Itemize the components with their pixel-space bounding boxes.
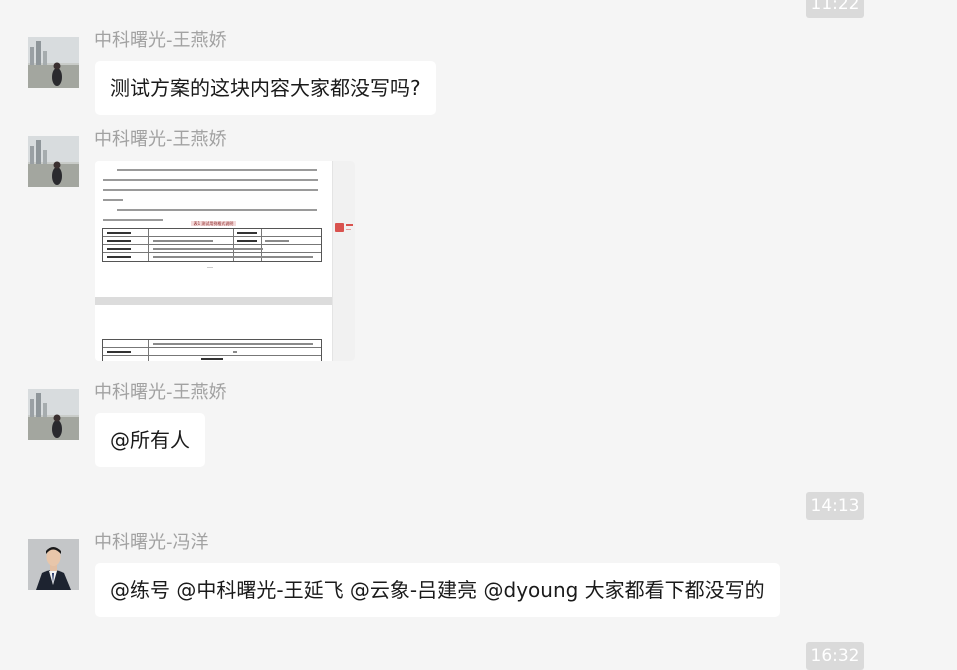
message-bubble[interactable]: @练号 @中科曙光-王延飞 @云象-吕建亮 @dyoung 大家都看下都没写的: [95, 563, 780, 617]
message-bubble[interactable]: @所有人: [95, 413, 205, 467]
avatar[interactable]: [28, 37, 79, 88]
sender-name: 中科曙光-冯洋: [94, 532, 209, 553]
document-page: 表1 测试用例格式说明: [95, 161, 332, 297]
avatar[interactable]: [28, 136, 79, 187]
sender-name: 中科曙光-王燕娇: [94, 382, 227, 403]
document-page: [95, 305, 332, 361]
avatar[interactable]: [28, 389, 79, 440]
timestamp-divider: 14:13: [806, 492, 864, 520]
avatar[interactable]: [28, 539, 79, 590]
document-table: [102, 228, 322, 262]
pdf-icon: [335, 223, 344, 232]
table-caption: 表1 测试用例格式说明: [190, 221, 237, 226]
sender-name: 中科曙光-王燕娇: [94, 129, 227, 150]
document-table: [102, 339, 322, 361]
timestamp-divider: 16:32: [806, 642, 864, 670]
timestamp-divider: 11:22: [806, 0, 864, 18]
image-message[interactable]: 表1 测试用例格式说明: [95, 161, 355, 361]
document-sidebar: [332, 161, 355, 361]
sender-name: 中科曙光-王燕娇: [94, 30, 227, 51]
message-bubble[interactable]: 测试方案的这块内容大家都没写吗?: [95, 61, 436, 115]
